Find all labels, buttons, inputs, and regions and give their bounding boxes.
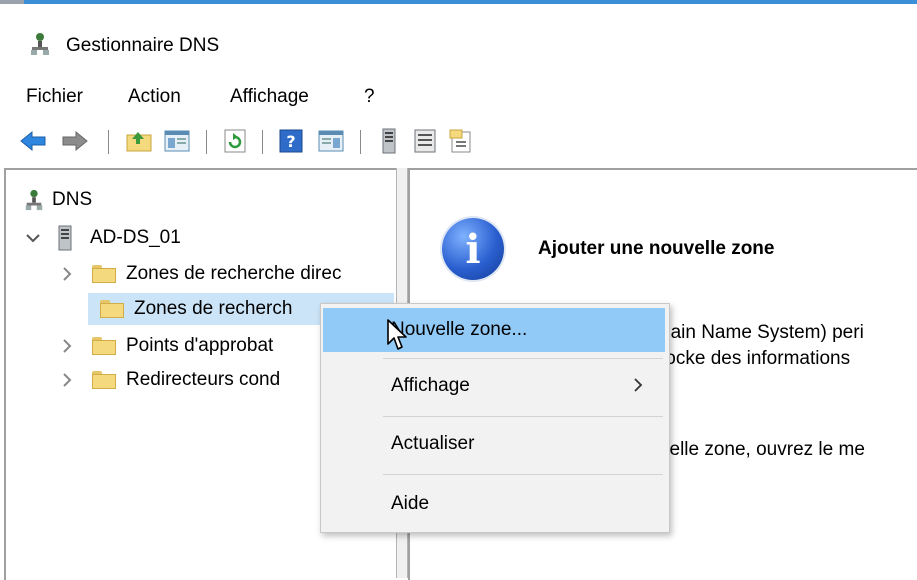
menu-separator (383, 416, 663, 417)
info-text-line-2: tocke des informations (660, 348, 851, 369)
folder-icon (92, 265, 116, 283)
menu-action[interactable]: Action (128, 86, 181, 108)
info-text-line-1: nain Name System) peri (660, 322, 864, 343)
info-text-line-3: velle zone, ouvrez le me (660, 439, 865, 460)
back-arrow-icon[interactable] (18, 126, 48, 156)
server-icon (58, 225, 72, 251)
menu-bar: Fichier Action Affichage ? (0, 80, 917, 116)
tree-label-server: AD-DS_01 (90, 227, 181, 248)
toolbar: ? (0, 118, 917, 168)
tree-item-dns[interactable]: DNS (24, 184, 92, 216)
context-item-help[interactable]: Aide (323, 482, 665, 526)
action-pane-icon[interactable] (316, 126, 346, 156)
context-label-help: Aide (391, 493, 430, 514)
forward-arrow-icon[interactable] (60, 126, 90, 156)
title-bar: Gestionnaire DNS (0, 4, 917, 80)
menu-separator (383, 474, 663, 475)
chevron-right-icon[interactable] (60, 267, 74, 281)
menu-help[interactable]: ? (364, 86, 375, 108)
menu-separator (383, 358, 663, 359)
up-folder-icon[interactable] (124, 126, 154, 156)
tree-label-dns: DNS (52, 189, 93, 210)
tree-item-server[interactable]: AD-DS_01 (26, 222, 181, 254)
menu-affichage[interactable]: Affichage (230, 86, 309, 108)
mouse-cursor-icon (386, 318, 410, 352)
dns-manager-icon (30, 32, 50, 56)
tree-item-forward-zones[interactable]: Zones de recherche direc (60, 258, 394, 290)
folder-icon (100, 300, 124, 318)
chevron-right-icon[interactable] (60, 373, 74, 387)
context-label-view: Affichage (391, 375, 470, 396)
chevron-down-icon[interactable] (26, 231, 40, 245)
context-menu: Nouvelle zone... Affichage Actualiser Ai… (320, 303, 670, 533)
tree-label-conditional-forwarders: Redirecteurs cond (126, 369, 281, 390)
context-item-new-zone[interactable]: Nouvelle zone... (323, 308, 665, 352)
chevron-right-icon[interactable] (60, 339, 74, 353)
context-label-new-zone: Nouvelle zone... (391, 319, 528, 340)
server-icon[interactable] (374, 126, 404, 156)
help-icon[interactable]: ? (276, 126, 306, 156)
folder-icon (92, 337, 116, 355)
info-icon: i (442, 218, 504, 280)
tree-label-forward-zones: Zones de recherche direc (126, 263, 342, 284)
dns-root-icon (24, 189, 44, 211)
window-title: Gestionnaire DNS (66, 35, 220, 56)
tree-label-reverse-zones: Zones de recherch (134, 298, 293, 319)
show-hide-tree-icon[interactable] (162, 126, 192, 156)
list-icon[interactable] (410, 126, 440, 156)
properties-icon[interactable] (446, 126, 476, 156)
tree-label-trust-points: Points d'approbat (126, 335, 274, 356)
context-item-view[interactable]: Affichage (323, 364, 665, 408)
info-title: Ajouter une nouvelle zone (538, 238, 775, 259)
context-item-refresh[interactable]: Actualiser (323, 422, 665, 466)
menu-fichier[interactable]: Fichier (26, 86, 83, 108)
context-label-refresh: Actualiser (391, 433, 475, 454)
svg-text:?: ? (286, 132, 295, 151)
submenu-arrow-icon (633, 376, 643, 397)
refresh-icon[interactable] (220, 126, 250, 156)
folder-icon (92, 371, 116, 389)
